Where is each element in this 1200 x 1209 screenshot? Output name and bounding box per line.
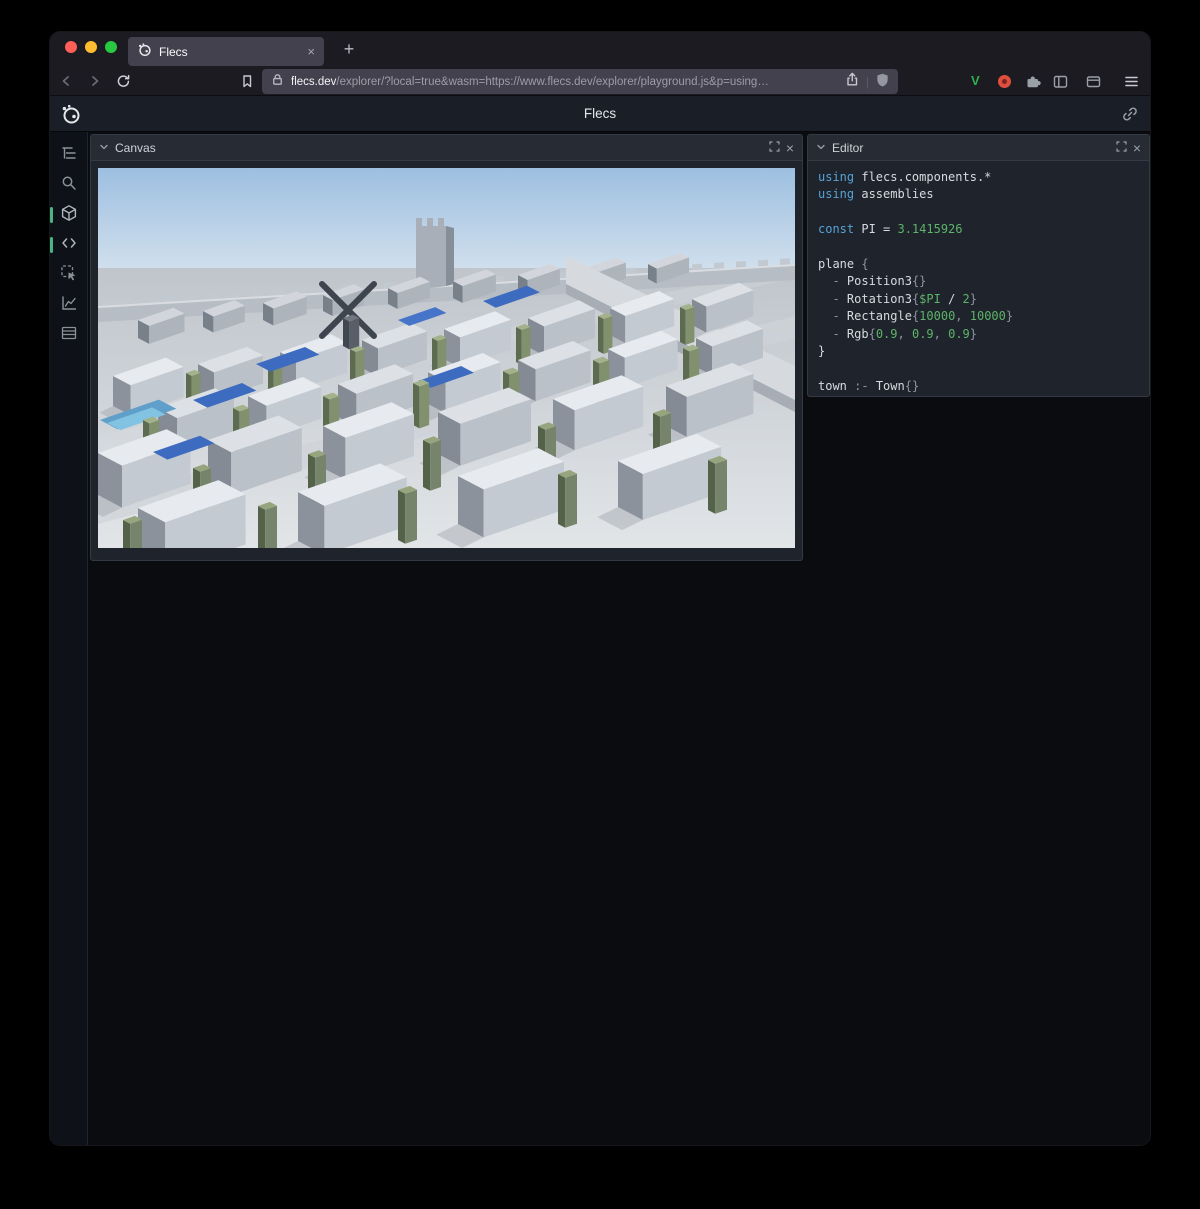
browser-tab[interactable]: Flecs × xyxy=(128,37,324,66)
link-icon[interactable] xyxy=(1120,104,1140,129)
search-icon xyxy=(60,174,78,197)
editor-panel-header: Editor × xyxy=(808,135,1149,161)
app-header: Flecs xyxy=(50,96,1150,132)
container-tab-icon[interactable] xyxy=(1085,73,1101,89)
page-title: Flecs xyxy=(50,96,1150,132)
tab-close-icon[interactable]: × xyxy=(307,45,315,58)
sidebar-item-canvas[interactable] xyxy=(50,200,88,230)
close-icon[interactable]: × xyxy=(1133,141,1141,155)
browser-window: Flecs × + flecs.dev/explorer/?local=true… xyxy=(50,32,1150,1145)
url-text: flecs.dev/explorer/?local=true&wasm=http… xyxy=(291,76,838,88)
close-icon[interactable]: × xyxy=(786,141,794,155)
code-line: plane { xyxy=(818,256,1139,273)
expand-icon[interactable] xyxy=(769,139,780,157)
3d-town-scene xyxy=(98,168,795,548)
expand-icon[interactable] xyxy=(1116,139,1127,157)
canvas-panel: Canvas × xyxy=(90,134,803,561)
sidebar-item-stats[interactable] xyxy=(50,290,88,320)
forward-button[interactable] xyxy=(87,73,103,89)
sidebar-toggle-icon[interactable] xyxy=(1052,73,1068,89)
code-line: - Position3{} xyxy=(818,273,1139,290)
code-line: using assemblies xyxy=(818,186,1139,203)
code-line: } xyxy=(818,343,1139,360)
flecs-favicon xyxy=(137,42,152,62)
zoom-window-button[interactable] xyxy=(105,41,117,53)
lock-icon xyxy=(270,72,285,92)
chevron-down-icon[interactable] xyxy=(99,139,109,157)
entity-tree-icon xyxy=(60,144,78,167)
share-icon[interactable] xyxy=(844,71,860,92)
back-button[interactable] xyxy=(58,73,74,89)
toolbar-separator: | xyxy=(866,75,869,89)
sidebar-item-queries[interactable] xyxy=(50,320,88,350)
code-line xyxy=(818,360,1139,377)
canvas-icon xyxy=(60,204,78,227)
menu-hamburger-icon[interactable] xyxy=(1123,73,1139,89)
sidebar-item-editor-code[interactable] xyxy=(50,230,88,260)
editor-code[interactable]: using flecs.components.*using assemblies… xyxy=(808,161,1149,403)
minimize-window-button[interactable] xyxy=(85,41,97,53)
inspector-icon xyxy=(60,264,78,287)
sidebar xyxy=(50,132,88,1145)
tab-title: Flecs xyxy=(159,45,300,59)
url-bar[interactable]: flecs.dev/explorer/?local=true&wasm=http… xyxy=(262,69,898,94)
new-tab-button[interactable]: + xyxy=(336,37,362,63)
code-line: - Rgb{0.9, 0.9, 0.9} xyxy=(818,326,1139,343)
code-line xyxy=(818,204,1139,221)
extension-red-icon[interactable] xyxy=(998,75,1011,88)
editor-panel: Editor × using flecs.components.*using a… xyxy=(807,134,1150,397)
editor-code-icon xyxy=(60,234,78,257)
url-path: /explorer/?local=true&wasm=https://www.f… xyxy=(336,76,768,88)
canvas-viewport[interactable] xyxy=(98,168,795,548)
shield-icon[interactable] xyxy=(875,72,890,92)
canvas-panel-title: Canvas xyxy=(115,141,156,155)
sidebar-item-inspector[interactable] xyxy=(50,260,88,290)
code-line xyxy=(818,239,1139,256)
browser-toolbar: flecs.dev/explorer/?local=true&wasm=http… xyxy=(50,66,1150,96)
active-indicator xyxy=(50,237,53,253)
code-line: const PI = 3.1415926 xyxy=(818,221,1139,238)
queries-icon xyxy=(60,324,78,347)
code-line: - Rectangle{10000, 10000} xyxy=(818,308,1139,325)
extensions-puzzle-icon[interactable] xyxy=(1024,73,1040,89)
code-line: town :- Town{} xyxy=(818,378,1139,395)
editor-panel-title: Editor xyxy=(832,141,863,155)
explorer-content: Canvas × xyxy=(50,132,1150,1145)
reload-button[interactable] xyxy=(115,73,131,89)
url-domain: flecs.dev xyxy=(291,76,336,88)
stats-icon xyxy=(60,294,78,317)
active-indicator xyxy=(50,207,53,223)
code-line: - Rotation3{$PI / 2} xyxy=(818,291,1139,308)
sidebar-item-entity-tree[interactable] xyxy=(50,140,88,170)
close-window-button[interactable] xyxy=(65,41,77,53)
sidebar-item-search[interactable] xyxy=(50,170,88,200)
browser-tab-bar: Flecs × + xyxy=(50,32,1150,66)
canvas-panel-header: Canvas × xyxy=(91,135,802,161)
bookmark-icon[interactable] xyxy=(239,73,255,89)
chevron-down-icon[interactable] xyxy=(816,139,826,157)
extension-v-icon[interactable]: V xyxy=(971,73,987,89)
code-line: using flecs.components.* xyxy=(818,169,1139,186)
